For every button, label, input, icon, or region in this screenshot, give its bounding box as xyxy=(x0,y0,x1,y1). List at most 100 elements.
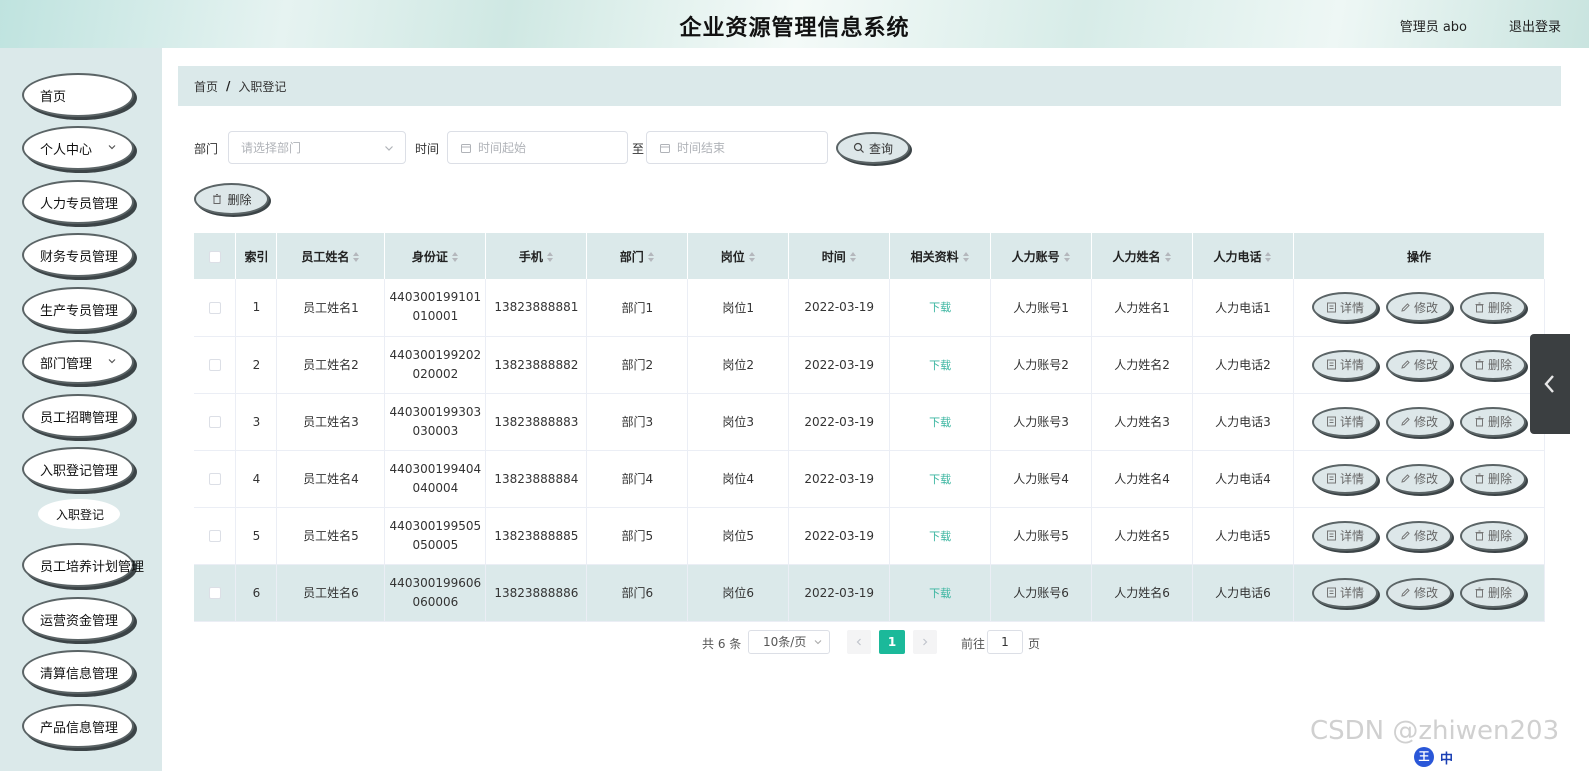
sort-icon[interactable] xyxy=(748,252,756,262)
trash-icon xyxy=(1475,587,1484,598)
detail-button[interactable]: 详情 xyxy=(1311,349,1378,380)
edit-button[interactable]: 修改 xyxy=(1385,577,1452,608)
page-size-select[interactable]: 10条/页 xyxy=(748,630,830,654)
dept-select[interactable]: 请选择部门 xyxy=(228,131,406,164)
dept-cell: 部门3 xyxy=(586,393,689,451)
sort-icon[interactable] xyxy=(1265,252,1272,262)
column-header[interactable]: 人力姓名 xyxy=(1091,233,1193,279)
sort-icon[interactable] xyxy=(353,252,360,262)
column-header[interactable]: 人力账号 xyxy=(990,233,1093,279)
sidebar-item-label: 员工培养计划管理 xyxy=(40,559,145,575)
detail-button-label: 详情 xyxy=(1339,415,1364,429)
collapse-panel-tab[interactable] xyxy=(1530,334,1570,434)
edit-button[interactable]: 修改 xyxy=(1385,292,1452,323)
name-cell: 员工姓名6 xyxy=(276,564,386,622)
phone-cell: 13823888883 xyxy=(485,393,588,451)
detail-button-label: 详情 xyxy=(1339,586,1364,600)
column-header[interactable]: 部门 xyxy=(586,233,689,279)
delete-button[interactable]: 删除 xyxy=(1459,577,1526,608)
edit-button[interactable]: 修改 xyxy=(1385,520,1452,551)
sort-icon[interactable] xyxy=(1063,252,1071,262)
table-row[interactable]: 6 员工姓名6 440300199606 060006 13823888886 部… xyxy=(194,564,1546,622)
delete-button[interactable]: 删除 xyxy=(1459,349,1526,380)
column-header[interactable]: 时间 xyxy=(788,233,891,279)
time-end-input[interactable]: 时间结束 xyxy=(646,131,828,164)
row-checkbox[interactable] xyxy=(208,587,221,599)
sort-icon[interactable] xyxy=(647,252,655,262)
column-header[interactable]: 员工姓名 xyxy=(276,233,386,279)
delete-button[interactable]: 删除 xyxy=(1459,520,1526,551)
row-checkbox[interactable] xyxy=(208,473,221,485)
row-checkbox[interactable] xyxy=(208,359,221,371)
page-jump-input[interactable]: 1 xyxy=(987,630,1023,654)
sidebar-item-onboarding-management[interactable]: 入职登记管理 xyxy=(22,447,134,491)
table-row[interactable]: 1 员工姓名1 440300199101 010001 13823888881 部… xyxy=(194,279,1546,337)
delete-button[interactable]: 删除 xyxy=(1459,463,1526,494)
column-header[interactable]: 手机 xyxy=(485,233,588,279)
column-header[interactable]: 相关资料 xyxy=(889,233,992,279)
sort-icon[interactable] xyxy=(546,252,554,262)
column-header[interactable]: 岗位 xyxy=(687,233,790,279)
watermark: CSDN @zhiwen203 xyxy=(1310,716,1560,746)
time-start-input[interactable]: 时间起始 xyxy=(447,131,628,164)
sidebar-item-production-staff[interactable]: 生产专员管理 xyxy=(22,287,134,331)
sort-icon[interactable] xyxy=(451,252,459,262)
sidebar-item-training-plan[interactable]: 员工培养计划管理 xyxy=(22,543,144,587)
name-cell: 员工姓名2 xyxy=(276,336,386,394)
download-link[interactable]: 下载 xyxy=(929,301,951,314)
delete-button[interactable]: 删除 xyxy=(1459,406,1526,437)
column-header[interactable]: 人力电话 xyxy=(1192,233,1294,279)
id-card-line2: 030003 xyxy=(412,423,459,438)
search-button-label: 查询 xyxy=(868,141,893,156)
prev-page-button[interactable] xyxy=(847,630,871,654)
sidebar-item-department[interactable]: 部门管理 xyxy=(22,340,134,384)
detail-button[interactable]: 详情 xyxy=(1311,520,1378,551)
sort-icon[interactable] xyxy=(962,252,970,262)
sidebar-item-product-info[interactable]: 产品信息管理 xyxy=(22,704,134,748)
logout-link[interactable]: 退出登录 xyxy=(1509,16,1561,35)
sort-icon[interactable] xyxy=(1164,252,1172,262)
page-number-current[interactable]: 1 xyxy=(879,630,905,654)
sidebar-item-hr-staff[interactable]: 人力专员管理 xyxy=(22,180,134,224)
edit-button[interactable]: 修改 xyxy=(1385,406,1452,437)
table-row[interactable]: 2 员工姓名2 440300199202 020002 13823888882 部… xyxy=(194,336,1546,394)
edit-button[interactable]: 修改 xyxy=(1385,349,1452,380)
sidebar-subitem-onboarding[interactable]: 入职登记 xyxy=(38,499,120,529)
sidebar-item-clearing-info[interactable]: 清算信息管理 xyxy=(22,650,134,694)
column-header-label: 岗位 xyxy=(720,249,745,264)
edit-button-label: 修改 xyxy=(1413,529,1438,543)
detail-button[interactable]: 详情 xyxy=(1311,577,1378,608)
table-row[interactable]: 4 员工姓名4 440300199404 040004 13823888884 部… xyxy=(194,450,1546,508)
row-checkbox[interactable] xyxy=(208,530,221,542)
sidebar-item-label: 部门管理 xyxy=(40,356,93,372)
download-link[interactable]: 下载 xyxy=(929,587,951,600)
next-page-button[interactable] xyxy=(913,630,937,654)
row-checkbox[interactable] xyxy=(208,416,221,428)
select-all-checkbox[interactable] xyxy=(208,250,221,263)
download-link[interactable]: 下载 xyxy=(929,530,951,543)
detail-button[interactable]: 详情 xyxy=(1311,463,1378,494)
ime-toolbar[interactable]: 王 中 xyxy=(1414,746,1453,768)
download-link[interactable]: 下载 xyxy=(929,473,951,486)
sidebar-item-personal-center[interactable]: 个人中心 xyxy=(22,126,134,170)
row-checkbox[interactable] xyxy=(208,301,221,314)
detail-button[interactable]: 详情 xyxy=(1311,292,1378,323)
edit-button[interactable]: 修改 xyxy=(1385,463,1452,494)
hr-name-cell: 人力姓名5 xyxy=(1091,507,1193,565)
id-card-cell: 440300199404 040004 xyxy=(384,450,487,508)
column-header[interactable]: 身份证 xyxy=(384,233,487,279)
search-button[interactable]: 查询 xyxy=(836,132,910,164)
batch-delete-button[interactable]: 删除 xyxy=(194,183,269,215)
download-link[interactable]: 下载 xyxy=(929,359,951,372)
table-row[interactable]: 5 员工姓名5 440300199505 050005 13823888885 部… xyxy=(194,507,1546,565)
sort-icon[interactable] xyxy=(849,252,857,262)
dept-cell: 部门5 xyxy=(586,507,689,565)
table-row[interactable]: 3 员工姓名3 440300199303 030003 13823888883 部… xyxy=(194,393,1546,451)
sidebar-item-home[interactable]: 首页 xyxy=(22,73,134,117)
sidebar-item-recruitment[interactable]: 员工招聘管理 xyxy=(22,394,134,438)
sidebar-item-finance-staff[interactable]: 财务专员管理 xyxy=(22,233,134,277)
delete-button[interactable]: 删除 xyxy=(1459,292,1526,323)
download-link[interactable]: 下载 xyxy=(929,416,951,429)
detail-button[interactable]: 详情 xyxy=(1311,406,1378,437)
breadcrumb-home[interactable]: 首页 xyxy=(194,78,218,95)
